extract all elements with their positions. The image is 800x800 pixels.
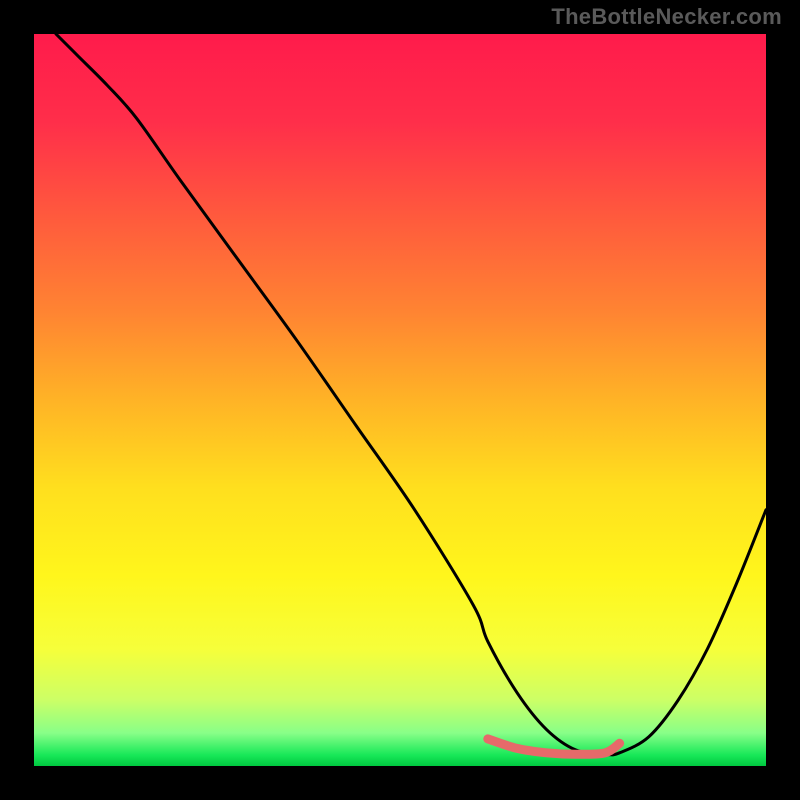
bottleneck-chart bbox=[34, 34, 766, 766]
plot-area bbox=[34, 34, 766, 766]
chart-container: TheBottleNecker.com bbox=[0, 0, 800, 800]
chart-gradient-background bbox=[34, 34, 766, 766]
watermark-text: TheBottleNecker.com bbox=[551, 4, 782, 30]
